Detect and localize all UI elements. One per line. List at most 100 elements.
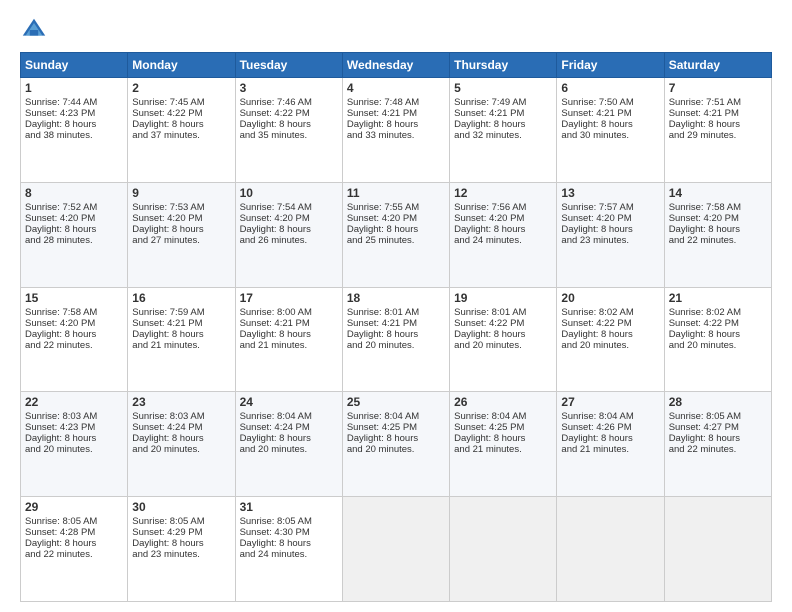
calendar-cell: 1Sunrise: 7:44 AMSunset: 4:23 PMDaylight… <box>21 78 128 183</box>
day-number: 30 <box>132 500 230 514</box>
calendar-cell: 28 Sunrise: 8:05 AMSunset: 4:27 PMDayligh… <box>664 392 771 497</box>
day-info-line: Sunrise: 8:01 AM <box>454 307 552 318</box>
day-info-line: Sunset: 4:22 PM <box>669 318 767 329</box>
day-info-line: Sunrise: 8:04 AM <box>347 411 445 422</box>
day-info-line: and 25 minutes. <box>347 235 445 246</box>
day-info-line: Sunset: 4:27 PM <box>669 422 767 433</box>
day-number: 14 <box>669 186 767 200</box>
day-info-line: Daylight: 8 hours <box>25 119 123 130</box>
day-info-line: and 22 minutes. <box>25 340 123 351</box>
day-info-line: Daylight: 8 hours <box>561 119 659 130</box>
day-info-line: Daylight: 8 hours <box>25 538 123 549</box>
day-info-line: Sunrise: 8:05 AM <box>240 516 338 527</box>
day-info-line: Daylight: 8 hours <box>561 433 659 444</box>
day-info-line: Sunrise: 7:49 AM <box>454 97 552 108</box>
day-info-line: Daylight: 8 hours <box>347 224 445 235</box>
day-info-line: and 20 minutes. <box>347 340 445 351</box>
day-info-line: Daylight: 8 hours <box>25 224 123 235</box>
day-number: 21 <box>669 291 767 305</box>
day-info-line: Sunrise: 8:02 AM <box>561 307 659 318</box>
page: SundayMondayTuesdayWednesdayThursdayFrid… <box>0 0 792 612</box>
calendar-cell: 8Sunrise: 7:52 AMSunset: 4:20 PMDaylight… <box>21 182 128 287</box>
day-info-line: Sunrise: 7:56 AM <box>454 202 552 213</box>
day-number: 19 <box>454 291 552 305</box>
day-info-line: Sunset: 4:20 PM <box>347 213 445 224</box>
day-info-line: Sunrise: 7:59 AM <box>132 307 230 318</box>
day-info-line: Sunset: 4:25 PM <box>347 422 445 433</box>
day-info-line: Daylight: 8 hours <box>347 433 445 444</box>
day-info-line: Sunrise: 8:05 AM <box>669 411 767 422</box>
day-info-line: Sunset: 4:23 PM <box>25 108 123 119</box>
calendar-cell: 26Sunrise: 8:04 AMSunset: 4:25 PMDayligh… <box>450 392 557 497</box>
day-info-line: Sunrise: 8:00 AM <box>240 307 338 318</box>
calendar-cell: 23Sunrise: 8:03 AMSunset: 4:24 PMDayligh… <box>128 392 235 497</box>
day-info-line: Sunset: 4:20 PM <box>669 213 767 224</box>
day-info-line: Daylight: 8 hours <box>132 433 230 444</box>
calendar-day-header: Tuesday <box>235 53 342 78</box>
day-info-line: Daylight: 8 hours <box>240 538 338 549</box>
calendar-cell: 15Sunrise: 7:58 AMSunset: 4:20 PMDayligh… <box>21 287 128 392</box>
calendar-day-header: Thursday <box>450 53 557 78</box>
day-info-line: Sunrise: 8:03 AM <box>25 411 123 422</box>
day-info-line: Daylight: 8 hours <box>669 433 767 444</box>
header <box>20 16 772 44</box>
logo-icon <box>20 16 48 44</box>
day-info-line: Daylight: 8 hours <box>240 119 338 130</box>
calendar-cell: 21Sunrise: 8:02 AMSunset: 4:22 PMDayligh… <box>664 287 771 392</box>
day-info-line: Sunset: 4:21 PM <box>240 318 338 329</box>
day-number: 28 <box>669 395 767 409</box>
day-info-line: Sunset: 4:20 PM <box>25 318 123 329</box>
day-number: 6 <box>561 81 659 95</box>
day-info-line: Sunset: 4:21 PM <box>347 108 445 119</box>
day-info-line: Sunset: 4:22 PM <box>561 318 659 329</box>
day-number: 8 <box>25 186 123 200</box>
day-info-line: and 22 minutes. <box>669 444 767 455</box>
day-number: 3 <box>240 81 338 95</box>
day-info-line: Sunset: 4:28 PM <box>25 527 123 538</box>
day-info-line: Sunrise: 7:51 AM <box>669 97 767 108</box>
day-info-line: and 32 minutes. <box>454 130 552 141</box>
day-number: 15 <box>25 291 123 305</box>
day-info-line: Sunrise: 7:58 AM <box>25 307 123 318</box>
day-info-line: Sunset: 4:24 PM <box>132 422 230 433</box>
day-info-line: Sunrise: 8:01 AM <box>347 307 445 318</box>
day-info-line: Sunrise: 7:48 AM <box>347 97 445 108</box>
calendar-cell <box>450 497 557 602</box>
day-info-line: and 20 minutes. <box>240 444 338 455</box>
day-number: 22 <box>25 395 123 409</box>
day-number: 10 <box>240 186 338 200</box>
day-info-line: Sunrise: 7:52 AM <box>25 202 123 213</box>
day-info-line: and 26 minutes. <box>240 235 338 246</box>
day-info-line: Sunset: 4:30 PM <box>240 527 338 538</box>
day-number: 2 <box>132 81 230 95</box>
calendar-week-row: 22Sunrise: 8:03 AMSunset: 4:23 PMDayligh… <box>21 392 772 497</box>
day-info-line: Sunset: 4:20 PM <box>561 213 659 224</box>
day-info-line: Sunrise: 7:46 AM <box>240 97 338 108</box>
day-info-line: Sunrise: 7:58 AM <box>669 202 767 213</box>
calendar-week-row: 29Sunrise: 8:05 AMSunset: 4:28 PMDayligh… <box>21 497 772 602</box>
calendar-header-row: SundayMondayTuesdayWednesdayThursdayFrid… <box>21 53 772 78</box>
calendar-table: SundayMondayTuesdayWednesdayThursdayFrid… <box>20 52 772 602</box>
day-info-line: Daylight: 8 hours <box>347 329 445 340</box>
day-info-line: Daylight: 8 hours <box>132 329 230 340</box>
calendar-week-row: 15 Sunrise: 7:58 AMSunset: 4:20 PM Dayligh… <box>21 287 772 392</box>
day-info-line: Sunset: 4:22 PM <box>454 318 552 329</box>
calendar-cell: 5Sunrise: 7:49 AMSunset: 4:21 PMDaylight… <box>450 78 557 183</box>
day-info-line: and 38 minutes. <box>25 130 123 141</box>
day-number: 17 <box>240 291 338 305</box>
day-number: 13 <box>561 186 659 200</box>
calendar-cell: 9Sunrise: 7:53 AMSunset: 4:20 PMDaylight… <box>128 182 235 287</box>
calendar-cell: 31 Sunrise: 8:05 AMSunset: 4:30 PMDayligh… <box>235 497 342 602</box>
day-info-line: and 20 minutes. <box>454 340 552 351</box>
day-number: 26 <box>454 395 552 409</box>
day-info-line: Daylight: 8 hours <box>132 119 230 130</box>
day-info-line: Sunset: 4:25 PM <box>454 422 552 433</box>
day-info-line: Daylight: 8 hours <box>454 119 552 130</box>
day-number: 31 <box>240 500 338 514</box>
calendar-cell: 16Sunrise: 7:59 AMSunset: 4:21 PMDayligh… <box>128 287 235 392</box>
day-number: 11 <box>347 186 445 200</box>
day-info-line: Sunrise: 8:05 AM <box>132 516 230 527</box>
day-info-line: Sunrise: 7:57 AM <box>561 202 659 213</box>
day-info-line: and 20 minutes. <box>561 340 659 351</box>
day-info-line: Daylight: 8 hours <box>454 224 552 235</box>
